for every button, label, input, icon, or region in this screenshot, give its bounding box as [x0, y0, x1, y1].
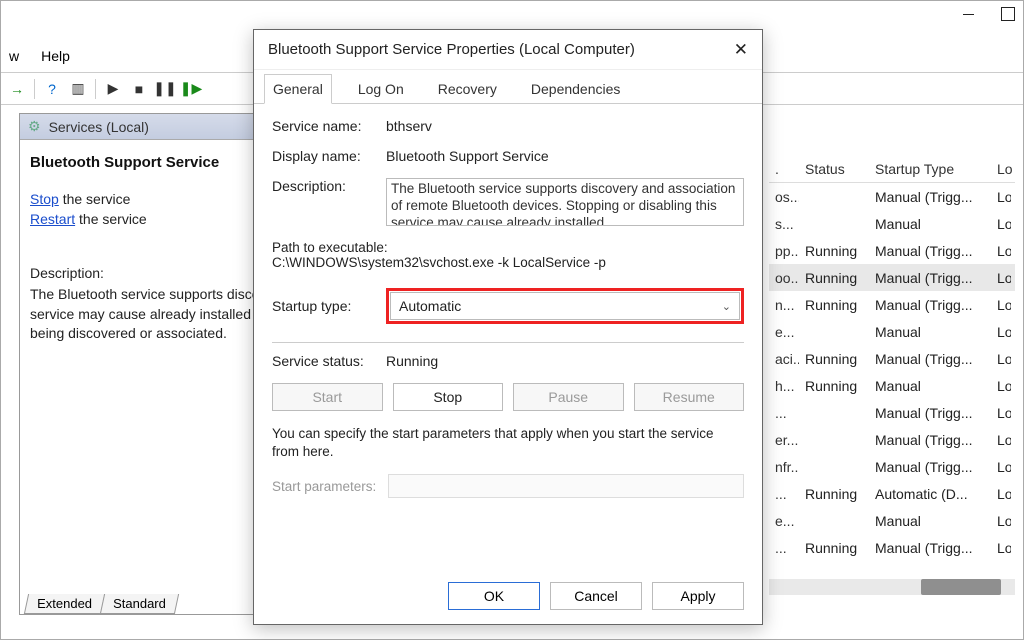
- play-icon[interactable]: ▶: [101, 77, 125, 101]
- table-row[interactable]: n...RunningManual (Trigg...Lo: [769, 291, 1015, 318]
- tab-logon[interactable]: Log On: [350, 75, 412, 103]
- services-main-window: w Help → ? ▥ ▶ ■ ❚❚ ❚▶ ⚙ Services (Local…: [0, 0, 1024, 640]
- stop-link[interactable]: Stop: [30, 191, 59, 207]
- divider: [272, 342, 744, 343]
- table-row[interactable]: ...Manual (Trigg...Lo: [769, 399, 1015, 426]
- scrollbar-thumb[interactable]: [921, 579, 1001, 595]
- startup-type-select[interactable]: Automatic ⌄: [390, 292, 740, 320]
- path-label: Path to executable:: [272, 240, 744, 255]
- cancel-button[interactable]: Cancel: [550, 582, 642, 610]
- table-row[interactable]: ...RunningManual (Trigg...Lo: [769, 534, 1015, 561]
- col-status[interactable]: Status: [799, 161, 869, 177]
- startup-type-label: Startup type:: [272, 298, 386, 314]
- service-properties-dialog: Bluetooth Support Service Properties (Lo…: [253, 29, 763, 625]
- service-status-value: Running: [386, 353, 438, 369]
- start-params-label: Start parameters:: [272, 479, 376, 494]
- services-list-table: . Status Startup Type Lo os...Manual (Tr…: [769, 155, 1015, 579]
- table-header: . Status Startup Type Lo: [769, 155, 1015, 183]
- stop-icon[interactable]: ■: [127, 77, 151, 101]
- restart-link[interactable]: Restart: [30, 211, 75, 227]
- menu-help[interactable]: Help: [41, 48, 70, 64]
- table-row[interactable]: pp...RunningManual (Trigg...Lo: [769, 237, 1015, 264]
- toolbar-separator: [34, 79, 35, 99]
- service-status-label: Service status:: [272, 353, 386, 369]
- description-textbox[interactable]: The Bluetooth service supports discovery…: [386, 178, 744, 226]
- dialog-titlebar: Bluetooth Support Service Properties (Lo…: [254, 30, 762, 70]
- table-row[interactable]: nfr...Manual (Trigg...Lo: [769, 453, 1015, 480]
- tab-extended[interactable]: Extended: [24, 594, 105, 614]
- pause-icon[interactable]: ❚❚: [153, 77, 177, 101]
- path-value: C:\WINDOWS\system32\svchost.exe -k Local…: [272, 255, 744, 270]
- apply-button[interactable]: Apply: [652, 582, 744, 610]
- table-row[interactable]: e...ManualLo: [769, 318, 1015, 345]
- pause-button: Pause: [513, 383, 624, 411]
- service-name-value: bthserv: [386, 118, 432, 134]
- service-name-label: Service name:: [272, 118, 386, 134]
- toolbar-separator: [95, 79, 96, 99]
- description-field-label: Description:: [272, 178, 386, 194]
- col-startup[interactable]: Startup Type: [869, 161, 991, 177]
- tab-general[interactable]: General: [264, 74, 332, 104]
- panel-title: Services (Local): [49, 119, 149, 135]
- menu-view[interactable]: w: [9, 48, 19, 64]
- view-mode-tabs: Extended Standard: [26, 594, 176, 614]
- tab-recovery[interactable]: Recovery: [430, 75, 505, 103]
- display-name-label: Display name:: [272, 148, 386, 164]
- table-row[interactable]: os...Manual (Trigg...Lo: [769, 183, 1015, 210]
- start-button: Start: [272, 383, 383, 411]
- pane-toggle-icon[interactable]: ▥: [66, 77, 90, 101]
- start-params-hint: You can specify the start parameters tha…: [272, 425, 744, 460]
- ok-button[interactable]: OK: [448, 582, 540, 610]
- table-row[interactable]: h...RunningManualLo: [769, 372, 1015, 399]
- table-row[interactable]: e...ManualLo: [769, 507, 1015, 534]
- horizontal-scrollbar[interactable]: [769, 579, 1015, 595]
- stop-button[interactable]: Stop: [393, 383, 504, 411]
- restart-icon[interactable]: ❚▶: [179, 77, 203, 101]
- table-row[interactable]: aci...RunningManual (Trigg...Lo: [769, 345, 1015, 372]
- table-row[interactable]: er...Manual (Trigg...Lo: [769, 426, 1015, 453]
- resume-button: Resume: [634, 383, 745, 411]
- close-icon[interactable]: ✕: [734, 40, 748, 60]
- window-controls: [963, 7, 1015, 21]
- dialog-title-text: Bluetooth Support Service Properties (Lo…: [268, 41, 635, 58]
- help-icon[interactable]: ?: [40, 77, 64, 101]
- table-row[interactable]: s...ManualLo: [769, 210, 1015, 237]
- tab-dependencies[interactable]: Dependencies: [523, 75, 629, 103]
- table-row[interactable]: oo...RunningManual (Trigg...Lo: [769, 264, 1015, 291]
- tab-standard[interactable]: Standard: [100, 594, 179, 614]
- display-name-value: Bluetooth Support Service: [386, 148, 549, 164]
- dialog-tabs: General Log On Recovery Dependencies: [254, 70, 762, 104]
- minimize-icon[interactable]: [963, 7, 977, 21]
- start-params-input: [388, 474, 744, 498]
- chevron-down-icon: ⌄: [722, 300, 731, 313]
- col-logon[interactable]: Lo: [991, 161, 1011, 177]
- nav-arrow-icon[interactable]: →: [5, 77, 29, 101]
- gear-icon: ⚙: [28, 118, 41, 135]
- maximize-icon[interactable]: [1001, 7, 1015, 21]
- table-row[interactable]: ...RunningAutomatic (D...Lo: [769, 480, 1015, 507]
